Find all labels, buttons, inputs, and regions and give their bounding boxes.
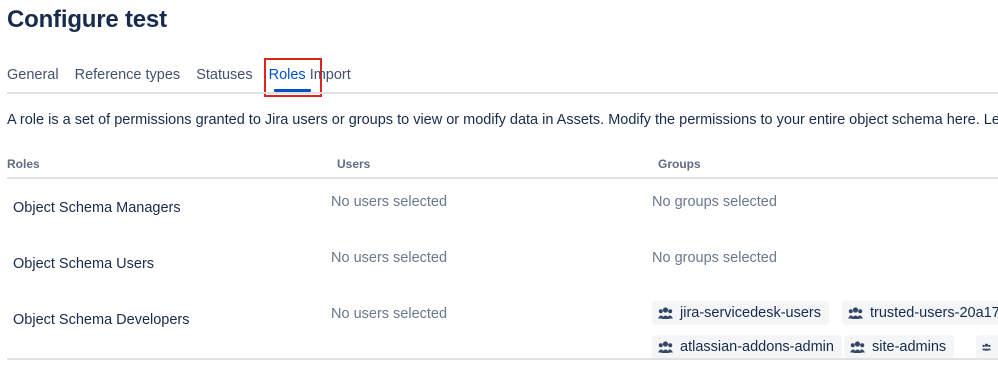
- role-users-developers[interactable]: No users selected: [331, 306, 447, 322]
- group-tag-label: trusted-users-20a17: [870, 305, 998, 321]
- group-tag[interactable]: jira-servicedesk-users: [652, 301, 830, 325]
- role-name-managers: Object Schema Managers: [13, 200, 181, 216]
- group-icon: [850, 341, 865, 353]
- tab-import[interactable]: Import: [310, 64, 351, 94]
- role-users-users[interactable]: No users selected: [331, 250, 447, 266]
- group-icon: [848, 307, 863, 319]
- active-tab-underline: [274, 89, 311, 92]
- group-icon: [658, 341, 673, 353]
- role-groups-users[interactable]: No groups selected: [652, 250, 777, 266]
- group-tag-label: atlassian-addons-admin: [680, 339, 834, 355]
- role-users-managers[interactable]: No users selected: [331, 194, 447, 210]
- page-title: Configure test: [7, 6, 167, 33]
- role-name-developers: Object Schema Developers: [13, 312, 190, 328]
- group-tag[interactable]: trusted-users-20a17: [842, 301, 998, 325]
- role-name-users: Object Schema Users: [13, 256, 155, 272]
- tab-general[interactable]: General: [7, 64, 59, 94]
- group-tag[interactable]: atlassian-addons-admin: [652, 335, 842, 359]
- table-header-divider: [7, 177, 998, 179]
- tab-bar: General Reference types Statuses Roles I…: [7, 64, 367, 94]
- group-tag[interactable]: [976, 335, 998, 359]
- roles-description: A role is a set of permissions granted t…: [7, 112, 998, 128]
- tabs-divider: [7, 92, 998, 94]
- tab-statuses[interactable]: Statuses: [196, 64, 252, 94]
- tab-reference-types[interactable]: Reference types: [75, 64, 181, 94]
- column-header-roles: Roles: [7, 157, 40, 171]
- role-groups-managers[interactable]: No groups selected: [652, 194, 777, 210]
- table-bottom-divider: [7, 358, 998, 360]
- group-tag-label: jira-servicedesk-users: [680, 305, 822, 321]
- group-tag-label: site-admins: [872, 339, 947, 355]
- group-icon: [982, 343, 991, 351]
- column-header-groups: Groups: [658, 157, 701, 171]
- group-icon: [658, 307, 673, 319]
- group-tag[interactable]: site-admins: [844, 335, 955, 359]
- column-header-users: Users: [337, 157, 371, 171]
